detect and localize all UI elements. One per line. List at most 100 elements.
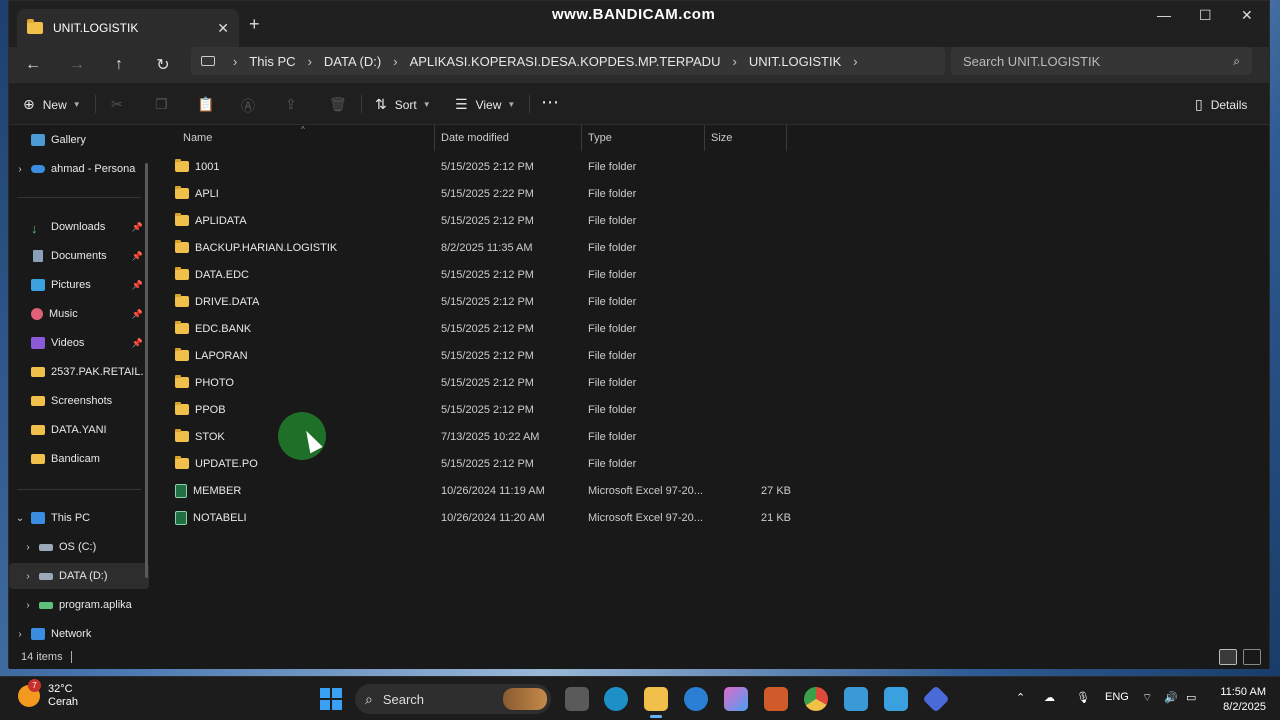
- chevron-right-icon[interactable]: ›: [393, 54, 397, 69]
- file-row[interactable]: 1001 5/15/2025 2:12 PM File folder: [167, 153, 797, 180]
- sidebar-item-onedrive[interactable]: › ahmad - Persona: [9, 156, 149, 182]
- pin-icon[interactable]: 📌: [132, 338, 143, 349]
- sidebar-item-videos[interactable]: Videos 📌: [9, 330, 149, 356]
- chevron-up-icon[interactable]: ⌃: [1016, 691, 1025, 704]
- new-button[interactable]: ⊕ New ▼: [23, 96, 81, 113]
- column-header-type[interactable]: Type: [582, 125, 705, 151]
- close-tab-icon[interactable]: ✕: [217, 20, 229, 37]
- file-row[interactable]: STOK 7/13/2025 10:22 AM File folder: [167, 423, 797, 450]
- file-row[interactable]: NOTABELI 10/26/2024 11:20 AM Microsoft E…: [167, 504, 797, 531]
- paste-button[interactable]: 📋: [197, 96, 222, 113]
- details-view-icon[interactable]: [1219, 649, 1237, 665]
- pin-icon[interactable]: 📌: [132, 222, 143, 233]
- view-button[interactable]: ☰ View ▼: [455, 96, 515, 113]
- column-header-size[interactable]: Size: [705, 125, 787, 151]
- file-row[interactable]: BACKUP.HARIAN.LOGISTIK 8/2/2025 11:35 AM…: [167, 234, 797, 261]
- pin-icon[interactable]: 📌: [132, 309, 143, 320]
- battery-icon[interactable]: ▭: [1186, 691, 1196, 704]
- chevron-right-icon[interactable]: ›: [732, 54, 736, 69]
- taskbar-search[interactable]: ⌕ Search: [355, 684, 551, 714]
- chevron-right-icon[interactable]: ›: [853, 54, 857, 69]
- column-header-name[interactable]: Name: [177, 125, 435, 151]
- file-row[interactable]: UPDATE.PO 5/15/2025 2:12 PM File folder: [167, 450, 797, 477]
- task-view-icon[interactable]: [565, 687, 589, 711]
- maximize-icon[interactable]: ☐: [1199, 7, 1212, 24]
- chevron-right-icon[interactable]: ›: [9, 629, 31, 640]
- start-button[interactable]: [320, 688, 342, 710]
- file-explorer-icon[interactable]: [644, 687, 668, 718]
- cloud-sync-icon[interactable]: ☁: [1044, 691, 1055, 704]
- sidebar-item-bandicam[interactable]: Bandicam: [9, 446, 149, 472]
- sidebar-item-data-d[interactable]: › DATA (D:): [9, 563, 149, 589]
- sidebar-item-network[interactable]: › Network: [9, 621, 149, 647]
- sidebar-item-os-c[interactable]: › OS (C:): [9, 534, 149, 560]
- pin-icon[interactable]: 📌: [132, 280, 143, 291]
- language-indicator[interactable]: ENG: [1105, 691, 1129, 703]
- sidebar-item-screenshots[interactable]: Screenshots: [9, 388, 149, 414]
- clock[interactable]: 11:50 AM 8/2/2025: [1212, 685, 1266, 715]
- file-row[interactable]: LAPORAN 5/15/2025 2:12 PM File folder: [167, 342, 797, 369]
- weather-widget[interactable]: 7 32°C Cerah: [18, 679, 78, 709]
- chevron-right-icon[interactable]: ›: [233, 54, 237, 69]
- delete-button[interactable]: 🗑: [329, 96, 355, 113]
- back-icon[interactable]: ←: [21, 54, 45, 76]
- search-input[interactable]: Search UNIT.LOGISTIK ⌕: [951, 47, 1252, 75]
- fox-app-icon[interactable]: [764, 687, 788, 711]
- sidebar-item-documents[interactable]: Documents 📌: [9, 243, 149, 269]
- chevron-right-icon[interactable]: ›: [17, 571, 39, 582]
- chevron-right-icon[interactable]: ›: [9, 164, 31, 175]
- sidebar-item-data-yani[interactable]: DATA.YANI: [9, 417, 149, 443]
- sidebar-item-this-pc[interactable]: ⌄ This PC: [9, 505, 149, 531]
- microphone-icon[interactable]: 🎙: [1076, 691, 1090, 704]
- sidebar-item-program-aplika[interactable]: › program.aplika: [9, 592, 149, 618]
- volume-icon[interactable]: 🔊: [1164, 691, 1178, 704]
- copy-button[interactable]: ❐: [155, 96, 176, 113]
- chevron-right-icon[interactable]: ›: [308, 54, 312, 69]
- chevron-right-icon[interactable]: ›: [17, 542, 39, 553]
- details-button[interactable]: ▯ Details: [1195, 96, 1247, 113]
- chevron-down-icon[interactable]: ⌄: [9, 513, 31, 524]
- close-window-icon[interactable]: ✕: [1241, 7, 1253, 24]
- copilot-icon[interactable]: [724, 687, 748, 711]
- tiles-view-icon[interactable]: [1243, 649, 1261, 665]
- rename-button[interactable]: Ⓐ: [241, 96, 263, 116]
- up-icon[interactable]: ↑: [107, 54, 131, 76]
- file-row[interactable]: PHOTO 5/15/2025 2:12 PM File folder: [167, 369, 797, 396]
- sidebar-item-downloads[interactable]: ↓ Downloads 📌: [9, 214, 149, 240]
- edge-browser-icon[interactable]: [604, 687, 628, 711]
- breadcrumb-unit-logistik[interactable]: UNIT.LOGISTIK: [749, 54, 841, 69]
- sidebar-item-2537-pak-retail[interactable]: 2537.PAK.RETAIL.: [9, 359, 149, 385]
- wifi-icon[interactable]: ⌔: [1142, 691, 1152, 705]
- file-row[interactable]: DRIVE.DATA 5/15/2025 2:12 PM File folder: [167, 288, 797, 315]
- chrome-browser-icon[interactable]: [804, 687, 828, 711]
- address-bar[interactable]: › This PC › DATA (D:) › APLIKASI.KOPERAS…: [191, 47, 945, 75]
- file-row[interactable]: DATA.EDC 5/15/2025 2:12 PM File folder: [167, 261, 797, 288]
- chevron-right-icon[interactable]: ›: [17, 600, 39, 611]
- breadcrumb-data-d[interactable]: DATA (D:): [324, 54, 381, 69]
- file-row[interactable]: APLIDATA 5/15/2025 2:12 PM File folder: [167, 207, 797, 234]
- new-tab-icon[interactable]: +: [249, 14, 260, 35]
- share-button[interactable]: ⇪: [285, 96, 305, 113]
- breadcrumb-aplikasi[interactable]: APLIKASI.KOPERASI.DESA.KOPDES.MP.TERPADU: [410, 54, 721, 69]
- notepad-icon[interactable]: [884, 687, 908, 711]
- sort-button[interactable]: ⇅ Sort ▼: [375, 96, 431, 113]
- sidebar-scrollbar[interactable]: [145, 163, 148, 578]
- sidebar-item-music[interactable]: Music 📌: [9, 301, 149, 327]
- forward-icon[interactable]: →: [65, 54, 89, 76]
- app-icon[interactable]: [922, 685, 950, 713]
- file-row[interactable]: EDC.BANK 5/15/2025 2:12 PM File folder: [167, 315, 797, 342]
- column-header-date[interactable]: Date modified: [435, 125, 582, 151]
- file-row[interactable]: APLI 5/15/2025 2:22 PM File folder: [167, 180, 797, 207]
- sidebar-item-gallery[interactable]: Gallery: [9, 127, 149, 153]
- app-icon[interactable]: [684, 687, 708, 711]
- more-options-icon[interactable]: ⋯: [541, 92, 559, 113]
- cut-button[interactable]: ✂: [111, 96, 131, 113]
- sidebar-item-pictures[interactable]: Pictures 📌: [9, 272, 149, 298]
- pin-icon[interactable]: 📌: [132, 251, 143, 262]
- file-row[interactable]: PPOB 5/15/2025 2:12 PM File folder: [167, 396, 797, 423]
- file-row[interactable]: MEMBER 10/26/2024 11:19 AM Microsoft Exc…: [167, 477, 797, 504]
- tab-unit-logistik[interactable]: UNIT.LOGISTIK ✕: [17, 9, 239, 47]
- refresh-icon[interactable]: ↻: [151, 54, 175, 76]
- minimize-icon[interactable]: —: [1157, 7, 1171, 23]
- breadcrumb-this-pc[interactable]: This PC: [249, 54, 295, 69]
